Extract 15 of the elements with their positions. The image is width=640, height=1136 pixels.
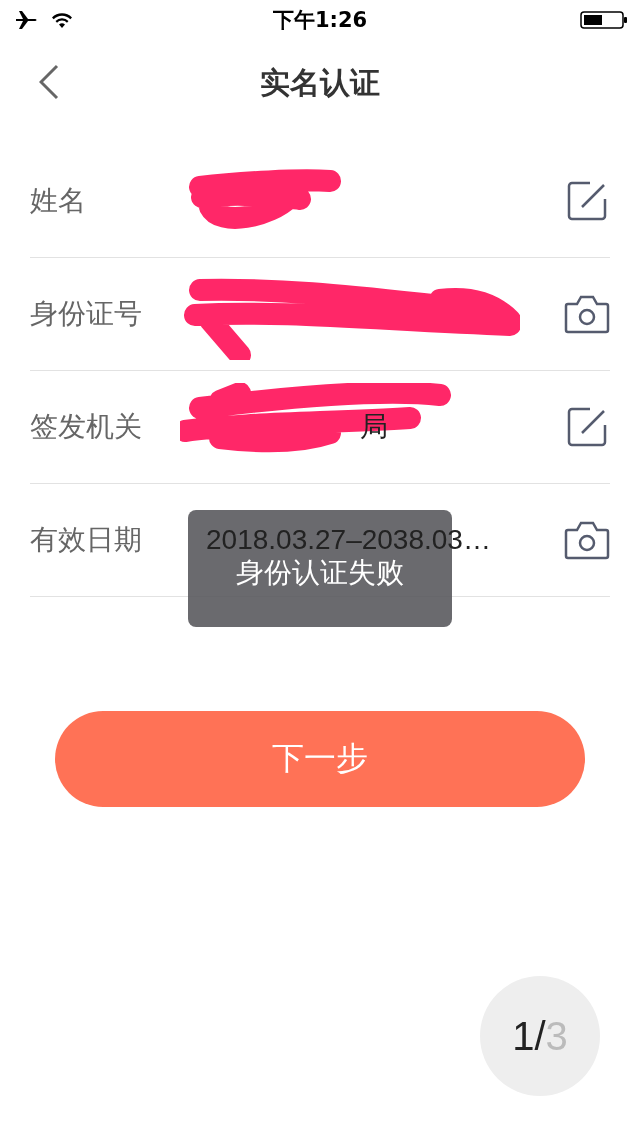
field-label: 姓名 xyxy=(30,183,87,219)
camera-icon[interactable] xyxy=(564,520,610,560)
status-time: 下午1:26 xyxy=(271,7,369,34)
field-label: 签发机关 xyxy=(30,409,143,445)
wifi-icon xyxy=(50,11,74,29)
page-title: 实名认证 xyxy=(260,63,380,102)
total-pages: 3 xyxy=(545,1013,568,1059)
toast-message: 身份认证失败 xyxy=(236,555,404,590)
back-icon[interactable] xyxy=(39,64,59,100)
field-label: 身份证号 xyxy=(30,296,143,332)
next-button[interactable]: 下一步 xyxy=(55,711,585,807)
current-page: 1/ xyxy=(512,1013,546,1059)
field-label: 有效日期 xyxy=(30,522,143,558)
battery-icon xyxy=(580,10,628,30)
camera-icon[interactable] xyxy=(564,294,610,334)
